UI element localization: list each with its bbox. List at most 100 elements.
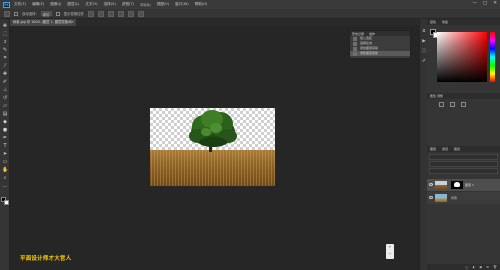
background-color-swatch[interactable] — [4, 200, 9, 205]
menu-bar: Ps 文件(F) 编辑(E) 图像(I) 图层(L) 文字(Y) 选择(S) 滤… — [0, 0, 500, 9]
menu-image[interactable]: 图像(I) — [50, 2, 61, 7]
shape-tool-icon[interactable]: ▭ — [2, 159, 8, 165]
align-center-icon[interactable] — [128, 10, 135, 17]
properties-icons — [439, 102, 466, 107]
layer-row-layer-1[interactable]: 图层 1 — [427, 179, 500, 191]
color-panel — [427, 25, 500, 85]
marquee-tool-icon[interactable]: ⬚ — [2, 31, 8, 37]
maximize-button[interactable]: □ — [483, 1, 487, 6]
pixel-mask-icon[interactable] — [439, 102, 444, 107]
dodge-tool-icon[interactable]: ● — [2, 127, 8, 133]
close-window-button[interactable]: ✕ — [493, 1, 497, 6]
layers-filter-controls — [427, 153, 500, 177]
brush-tool-icon[interactable]: ✐ — [2, 79, 8, 85]
menu-help[interactable]: 帮助(H) — [195, 2, 208, 7]
color-saturation-field[interactable] — [437, 32, 487, 82]
document-tab[interactable]: 树素.jpg @ 100% (图层 1, 图层蒙版/8) × — [10, 19, 76, 26]
minimize-button[interactable]: — — [472, 1, 477, 6]
vector-mask-icon[interactable] — [450, 102, 455, 107]
healing-brush-tool-icon[interactable]: ✚ — [2, 71, 8, 77]
menu-edit[interactable]: 编辑(E) — [32, 2, 44, 7]
new-layer-icon[interactable]: ⊞ — [486, 265, 489, 269]
add-mask-icon[interactable]: ▣ — [479, 265, 482, 269]
path-select-tool-icon[interactable]: ➤ — [2, 151, 8, 157]
photoshop-logo: Ps — [3, 1, 10, 8]
hand-tool-icon[interactable]: ✋ — [2, 167, 8, 173]
blend-mode-select[interactable] — [429, 161, 498, 167]
menu-layer[interactable]: 图层(L) — [67, 2, 79, 7]
pen-tool-icon[interactable]: ✒ — [2, 135, 8, 141]
adjustment-layer-icon[interactable]: ◐ — [472, 265, 475, 269]
menu-file[interactable]: 文件(F) — [14, 2, 26, 7]
clone-stamp-tool-icon[interactable]: ⊥ — [2, 87, 8, 93]
lock-controls[interactable] — [429, 168, 498, 174]
gradient-tool-icon[interactable]: ▤ — [2, 111, 8, 117]
align-middle-icon[interactable] — [98, 10, 105, 17]
align-bottom-icon[interactable] — [108, 10, 115, 17]
options-bar: 自动选择: 图层 显示变换控件 — [0, 9, 500, 19]
tab-actions[interactable]: 动作 — [369, 32, 375, 36]
layer-filter-select[interactable] — [429, 154, 498, 160]
align-right-icon[interactable] — [138, 10, 145, 17]
lasso-tool-icon[interactable]: ↄ — [2, 39, 8, 45]
visibility-eye-icon[interactable] — [429, 183, 433, 186]
auto-select-checkbox[interactable] — [14, 11, 18, 16]
tree-canopy-image — [189, 110, 237, 147]
eraser-tool-icon[interactable]: ▱ — [2, 103, 8, 109]
menu-view[interactable]: 视图(V) — [157, 2, 169, 7]
tab-swatches[interactable]: 色板 — [442, 20, 448, 24]
tab-channels[interactable]: 通道 — [442, 147, 448, 151]
more-tools-icon[interactable]: … — [2, 183, 8, 189]
auto-select-target-select[interactable]: 图层 — [40, 11, 52, 17]
layer-row-background[interactable]: 背景 — [427, 192, 500, 204]
tab-layers[interactable]: 图层 — [430, 147, 436, 151]
crop-tool-icon[interactable]: ⌗ — [2, 55, 8, 61]
layers-panel-header: 图层 通道 路径 — [427, 146, 500, 152]
properties-panel-header[interactable]: 属性 调整 — [427, 93, 500, 99]
tools-panel: ✥ ⬚ ↄ ✎ ⌗ ⁄ ✚ ✐ ⊥ ↺ ▱ ▤ ◆ ● ✒ T ➤ ▭ ✋ ⌕ … — [0, 19, 10, 270]
fx-icon[interactable]: ⓕ — [465, 265, 468, 270]
mask-shape — [454, 182, 460, 187]
hue-slider[interactable] — [490, 32, 495, 82]
tab-paths[interactable]: 路径 — [454, 147, 460, 151]
visibility-eye-icon[interactable] — [429, 196, 433, 199]
quick-select-tool-icon[interactable]: ✎ — [2, 47, 8, 53]
history-brush-tool-icon[interactable]: ↺ — [2, 95, 8, 101]
move-tool-preset-icon[interactable] — [4, 10, 10, 17]
zoom-out-button[interactable]: − — [386, 251, 394, 258]
history-item-icon — [353, 46, 357, 51]
field-texture — [150, 150, 275, 186]
zoom-in-button[interactable]: + — [386, 244, 394, 251]
layer-name: 图层 1 — [465, 183, 474, 187]
menu-3d[interactable]: 3D(D) — [140, 3, 151, 7]
eyedropper-tool-icon[interactable]: ⁄ — [2, 63, 8, 69]
history-item-active[interactable]: 调整图层蒙版 — [350, 51, 410, 56]
watermark-text: 平面设计师才大官人 — [20, 256, 72, 262]
menu-filter[interactable]: 滤镜(T) — [122, 2, 134, 7]
align-left-icon[interactable] — [118, 10, 125, 17]
blur-tool-icon[interactable]: ◆ — [2, 119, 8, 125]
tab-history[interactable]: 历史记录 — [352, 32, 364, 36]
menu-type[interactable]: 文字(Y) — [85, 2, 97, 7]
tab-color[interactable]: 颜色 — [430, 20, 436, 24]
zoom-tool-icon[interactable]: ⌕ — [2, 175, 8, 181]
history-item-icon — [353, 41, 357, 46]
layer-mask-thumbnail[interactable] — [451, 181, 463, 189]
show-transform-checkbox[interactable] — [55, 11, 60, 16]
canvas-area[interactable]: + − — [10, 26, 419, 270]
history-item-label: 调整图层蒙版 — [360, 51, 379, 55]
history-panel: 历史记录 动作 载入选区 选择反向 添加图层蒙版 调整图层蒙版 — [349, 30, 411, 59]
menu-select[interactable]: 选择(S) — [104, 2, 116, 7]
menu-window[interactable]: 窗口(W) — [175, 2, 189, 7]
move-tool-icon[interactable]: ✥ — [2, 23, 8, 29]
align-top-icon[interactable] — [88, 10, 95, 17]
document-canvas[interactable] — [150, 108, 275, 186]
trash-icon[interactable]: 🗑 — [493, 265, 497, 269]
zoom-control[interactable]: + − — [386, 244, 394, 259]
mask-options-icon[interactable] — [461, 102, 466, 107]
layer-thumbnail — [435, 181, 447, 189]
document-tab-title: 树素.jpg @ 100% (图层 1, 图层蒙版/8) — [13, 20, 73, 24]
close-tab-icon[interactable]: × — [71, 19, 74, 26]
wheat-field-image — [150, 150, 275, 186]
type-tool-icon[interactable]: T — [2, 143, 8, 149]
